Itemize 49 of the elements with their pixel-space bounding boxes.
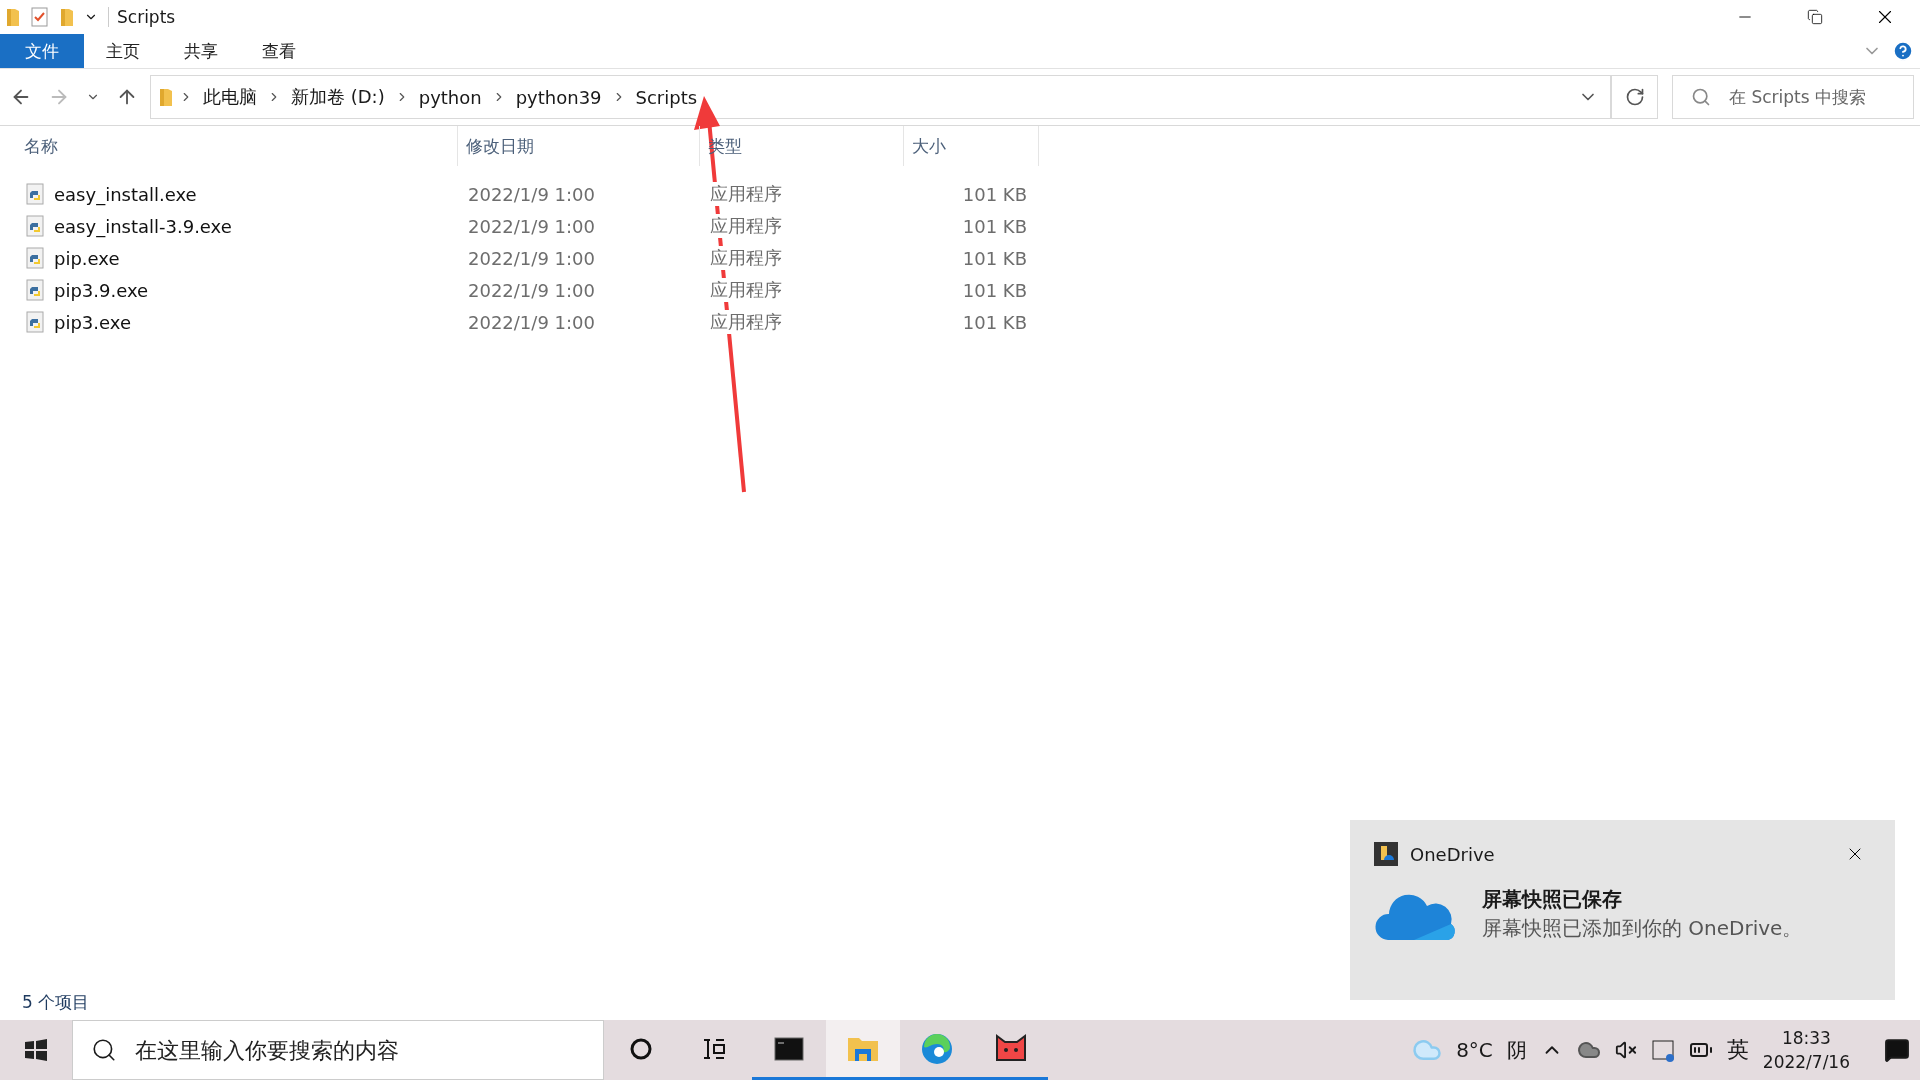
refresh-icon[interactable]	[1624, 87, 1645, 107]
refresh-button[interactable]	[1612, 75, 1658, 119]
restore-icon[interactable]	[1807, 9, 1823, 25]
task-view-icon[interactable]	[702, 1036, 728, 1061]
ribbon-tab[interactable]: 共享	[162, 34, 240, 68]
folder-icon	[6, 7, 20, 27]
python-file-icon	[26, 247, 46, 269]
ribbon-tab[interactable]: 文件	[0, 34, 84, 68]
search-input[interactable]: 在 Scripts 中搜索	[1727, 76, 1913, 118]
column-header[interactable]: 名称	[0, 126, 458, 166]
temperature[interactable]: 8°C	[1456, 1038, 1493, 1062]
ribbon-tab[interactable]: 查看	[240, 34, 318, 68]
ribbon-tab[interactable]: 主页	[84, 34, 162, 68]
windows-logo-icon[interactable]	[24, 1038, 48, 1062]
breadcrumb[interactable]: 新加卷 (D:)	[287, 85, 389, 109]
browser-icon	[921, 1032, 953, 1065]
checklist-icon[interactable]	[30, 7, 50, 27]
search-icon	[91, 1037, 117, 1063]
item-count: 5 个项目	[22, 990, 90, 1014]
weather-condition[interactable]: 阴	[1506, 1036, 1527, 1064]
onedrive-app-icon	[1374, 842, 1398, 866]
cat-icon	[995, 1033, 1027, 1064]
python-file-icon	[26, 311, 46, 333]
search-icon	[1691, 87, 1711, 107]
python-file-icon	[26, 183, 46, 205]
python-file-icon	[26, 279, 46, 301]
clock[interactable]: 18:33 2022/7/16	[1762, 1026, 1850, 1074]
python-file-icon	[26, 215, 46, 237]
breadcrumb[interactable]: 此电脑	[199, 85, 261, 109]
terminal-icon	[774, 1036, 804, 1061]
notification-icon[interactable]	[1884, 1037, 1910, 1063]
address-bar[interactable]: 此电脑 新加卷 (D:) python python39 Scripts	[150, 75, 1612, 119]
circle-icon[interactable]	[629, 1036, 653, 1061]
column-header[interactable]: 大小	[904, 126, 1039, 166]
folder-icon	[847, 1035, 879, 1062]
mute-icon[interactable]	[1614, 1039, 1637, 1061]
notification-app-name: OneDrive	[1410, 843, 1495, 865]
breadcrumb[interactable]: python	[414, 86, 486, 108]
notification-title: 屏幕快照已保存	[1482, 886, 1623, 913]
help-icon[interactable]	[1892, 40, 1914, 62]
window-title: Scripts	[108, 7, 176, 27]
folder-icon	[60, 7, 74, 27]
breadcrumb[interactable]: Scripts	[631, 86, 702, 108]
sync-icon[interactable]	[1650, 1038, 1675, 1062]
folder-icon	[159, 87, 173, 107]
search-field[interactable]: 在 Scripts 中搜索	[1672, 75, 1914, 119]
input-method[interactable]: 英	[1726, 1035, 1749, 1065]
breadcrumb[interactable]: python39	[511, 86, 606, 108]
notification-message: 屏幕快照已添加到你的 OneDrive。	[1482, 915, 1803, 942]
